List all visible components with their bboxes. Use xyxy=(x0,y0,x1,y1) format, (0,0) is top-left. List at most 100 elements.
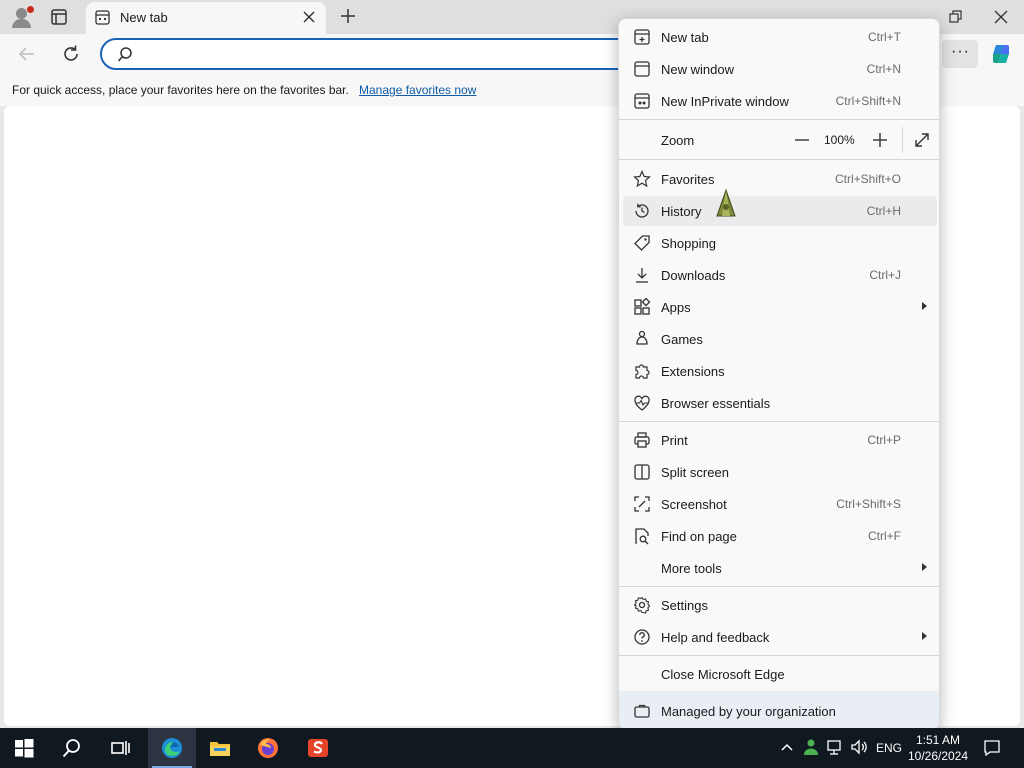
firefox-icon xyxy=(258,738,278,758)
menu-label: Managed by your organization xyxy=(661,704,836,719)
zoom-in-icon[interactable] xyxy=(869,129,891,151)
refresh-icon[interactable] xyxy=(60,43,82,65)
copilot-icon[interactable] xyxy=(989,42,1013,66)
tab-new-tab[interactable]: New tab xyxy=(86,2,326,34)
settings-gear-icon xyxy=(633,596,651,614)
menu-item-extensions[interactable]: Extensions xyxy=(623,356,937,386)
download-icon xyxy=(636,268,648,283)
menu-shortcut: Ctrl+Shift+O xyxy=(834,172,901,186)
settings-and-more-button[interactable]: ··· xyxy=(942,40,978,68)
submenu-arrow-icon xyxy=(922,563,927,571)
menu-item-split-screen[interactable]: Split screen xyxy=(623,457,937,487)
menu-divider xyxy=(619,159,939,160)
shopping-tag-icon xyxy=(634,235,650,251)
taskbar-search-button[interactable] xyxy=(48,728,96,768)
clock[interactable]: 1:51 AM 10/26/2024 xyxy=(906,732,970,764)
menu-item-new-inprivate[interactable]: New InPrivate window Ctrl+Shift+N xyxy=(623,86,937,116)
menu-divider xyxy=(619,119,939,120)
taskbar-file-explorer[interactable] xyxy=(196,728,244,768)
manage-favorites-link[interactable]: Manage favorites now xyxy=(359,83,476,97)
menu-label: More tools xyxy=(661,561,722,576)
inprivate-window-icon xyxy=(634,93,650,109)
history-clock-icon xyxy=(635,203,649,218)
network-icon[interactable] xyxy=(826,738,844,756)
menu-label: Games xyxy=(661,332,703,347)
address-bar[interactable] xyxy=(100,38,660,70)
volume-icon[interactable] xyxy=(850,738,868,756)
menu-shortcut: Ctrl+J xyxy=(869,268,901,282)
taskbar-app-s[interactable] xyxy=(294,728,342,768)
menu-item-favorites[interactable]: Favorites Ctrl+Shift+O xyxy=(623,164,937,194)
user-tray-icon[interactable] xyxy=(802,738,820,756)
menu-label: Split screen xyxy=(661,465,729,480)
menu-divider xyxy=(619,421,939,422)
menu-label: New tab xyxy=(661,30,709,45)
app-s-icon xyxy=(308,739,328,757)
restore-window-icon[interactable] xyxy=(946,8,964,26)
start-button[interactable] xyxy=(0,728,48,768)
settings-and-more-menu: New tab Ctrl+T New window Ctrl+N New InP… xyxy=(618,18,940,730)
menu-item-find-on-page[interactable]: Find on page Ctrl+F xyxy=(623,521,937,551)
menu-shortcut: Ctrl+Shift+N xyxy=(835,94,901,108)
menu-item-close-edge[interactable]: Close Microsoft Edge xyxy=(623,659,937,689)
back-arrow-icon[interactable] xyxy=(16,43,38,65)
menu-divider xyxy=(619,586,939,587)
heart-pulse-icon xyxy=(634,395,650,411)
menu-label: Find on page xyxy=(661,529,737,544)
menu-item-more-tools[interactable]: More tools xyxy=(623,553,937,583)
menu-shortcut: Ctrl+Shift+S xyxy=(836,497,901,511)
full-screen-icon[interactable] xyxy=(912,130,932,150)
more-dots-icon: ··· xyxy=(951,43,970,60)
menu-label: Screenshot xyxy=(661,497,727,512)
managed-by-organization[interactable]: Managed by your organization xyxy=(619,691,939,729)
address-input[interactable] xyxy=(144,44,644,64)
find-page-icon xyxy=(635,528,649,545)
favorites-star-icon xyxy=(633,170,651,188)
task-view-button[interactable] xyxy=(96,728,144,768)
show-hidden-icons-chevron-icon[interactable] xyxy=(778,738,796,756)
menu-label: Settings xyxy=(661,598,708,613)
profile-avatar-icon[interactable] xyxy=(10,6,34,28)
menu-label: Help and feedback xyxy=(661,630,770,645)
menu-item-history[interactable]: History Ctrl+H xyxy=(623,196,937,226)
menu-shortcut: Ctrl+F xyxy=(868,529,901,543)
input-language[interactable]: ENG xyxy=(876,741,902,755)
menu-item-apps[interactable]: Apps xyxy=(623,292,937,322)
new-tab-plus-icon[interactable] xyxy=(338,6,358,26)
tab-title: New tab xyxy=(120,10,168,25)
briefcase-icon xyxy=(634,704,650,718)
menu-item-browser-essentials[interactable]: Browser essentials xyxy=(623,388,937,418)
menu-label: Print xyxy=(661,433,688,448)
taskbar-firefox[interactable] xyxy=(244,728,292,768)
menu-label: Close Microsoft Edge xyxy=(661,667,785,682)
file-explorer-folder-icon xyxy=(210,742,230,756)
zoom-value: 100% xyxy=(824,133,855,147)
menu-item-downloads[interactable]: Downloads Ctrl+J xyxy=(623,260,937,290)
menu-item-new-window[interactable]: New window Ctrl+N xyxy=(623,54,937,84)
print-icon xyxy=(634,432,650,448)
split-screen-icon xyxy=(634,464,650,480)
notifications-icon[interactable] xyxy=(982,738,1002,758)
taskbar: ENG 1:51 AM 10/26/2024 xyxy=(0,728,1024,768)
taskbar-edge[interactable] xyxy=(148,728,196,768)
close-tab-icon[interactable] xyxy=(300,8,318,26)
menu-item-shopping[interactable]: Shopping xyxy=(623,228,937,258)
menu-item-help-feedback[interactable]: Help and feedback xyxy=(623,622,937,652)
menu-shortcut: Ctrl+P xyxy=(867,433,901,447)
menu-item-new-tab[interactable]: New tab Ctrl+T xyxy=(623,22,937,52)
search-icon xyxy=(62,739,80,758)
close-window-icon[interactable] xyxy=(992,8,1010,26)
menu-shortcut: Ctrl+T xyxy=(868,30,901,44)
menu-label: New window xyxy=(661,62,734,77)
menu-item-settings[interactable]: Settings xyxy=(623,590,937,620)
zoom-out-icon[interactable] xyxy=(791,129,813,151)
menu-item-print[interactable]: Print Ctrl+P xyxy=(623,425,937,455)
mouse-cursor-icon xyxy=(716,189,736,217)
search-icon xyxy=(117,47,132,62)
menu-item-screenshot[interactable]: Screenshot Ctrl+Shift+S xyxy=(623,489,937,519)
menu-label: Favorites xyxy=(661,172,715,187)
tab-actions-icon[interactable] xyxy=(50,8,68,26)
task-view-icon xyxy=(111,741,130,755)
menu-item-games[interactable]: Games xyxy=(623,324,937,354)
submenu-arrow-icon xyxy=(922,302,927,310)
